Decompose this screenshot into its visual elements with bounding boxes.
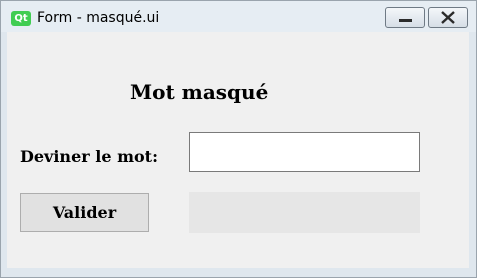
title-bar[interactable]: Qt Form - masqué.ui: [1, 1, 476, 32]
qt-logo-icon: Qt: [11, 11, 31, 26]
close-button[interactable]: [428, 7, 468, 28]
guess-label: Deviner le mot:: [20, 147, 158, 166]
guess-input[interactable]: [189, 132, 420, 172]
validate-button[interactable]: Valider: [20, 193, 149, 232]
result-display: [189, 192, 420, 233]
window-title: Form - masqué.ui: [37, 10, 160, 26]
page-title: Mot masqué: [130, 80, 269, 104]
minimize-icon: [399, 19, 412, 22]
close-icon: [441, 11, 455, 24]
minimize-button[interactable]: [385, 7, 425, 28]
